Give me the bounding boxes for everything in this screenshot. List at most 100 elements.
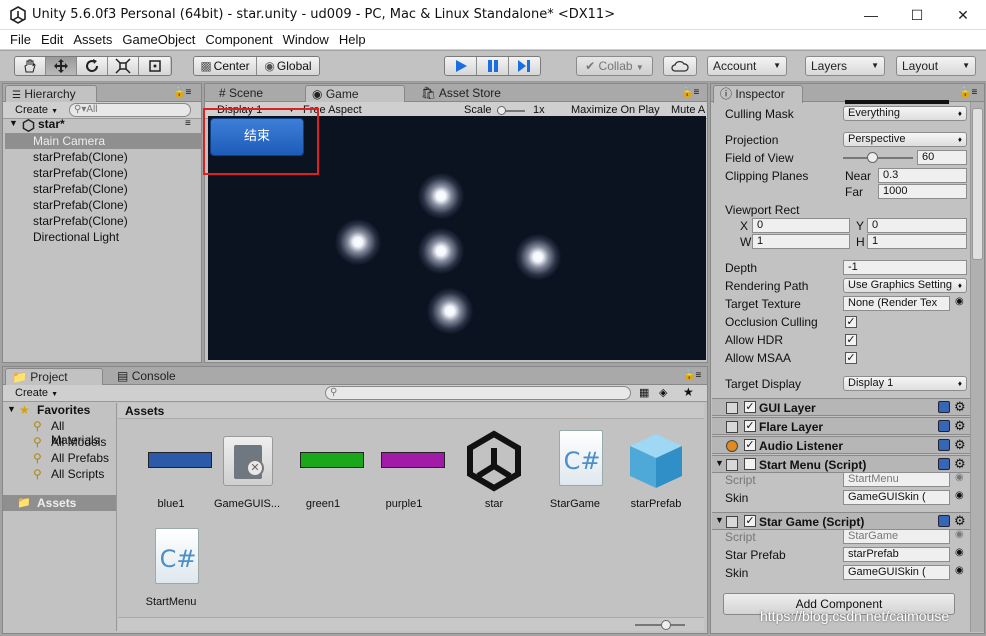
asset-startmenu-script[interactable]: C# StartMenu	[131, 524, 211, 614]
favorites-foldout-icon[interactable]: ▼	[7, 404, 16, 414]
asset-stargame-script[interactable]: C# StarGame	[535, 426, 615, 516]
hierarchy-search-input[interactable]: ⚲▾All	[69, 103, 191, 117]
minimize-icon[interactable]: —	[848, 0, 894, 30]
menu-window[interactable]: Window	[278, 30, 334, 49]
hierarchy-item[interactable]: starPrefab(Clone)	[33, 213, 128, 229]
asset-gameguiskin[interactable]: ✕ GameGUIS...	[207, 426, 287, 516]
fov-field[interactable]: 60	[917, 150, 967, 165]
help-book-icon[interactable]	[938, 420, 950, 432]
component-enabled-checkbox[interactable]: ✓	[744, 439, 756, 451]
inspector-scroll-thumb[interactable]	[972, 108, 983, 260]
help-book-icon[interactable]	[938, 458, 950, 470]
object-picker-icon[interactable]: ◉	[955, 296, 964, 307]
hierarchy-item[interactable]: starPrefab(Clone)	[33, 149, 128, 165]
scale-slider-thumb[interactable]	[497, 106, 506, 115]
component-enabled-checkbox[interactable]	[744, 458, 756, 470]
gear-icon[interactable]: ⚙	[954, 399, 966, 415]
help-book-icon[interactable]	[938, 439, 950, 451]
tab-hierarchy[interactable]: ☰ Hierarchy	[5, 85, 97, 103]
asset-blue1[interactable]: blue1	[131, 426, 212, 516]
object-picker-icon[interactable]: ◉	[955, 565, 964, 576]
hierarchy-item[interactable]: starPrefab(Clone)	[33, 197, 128, 213]
object-picker-icon[interactable]: ◉	[955, 547, 964, 558]
component-enabled-checkbox[interactable]: ✓	[744, 401, 756, 413]
rendering-path-dropdown[interactable]: Use Graphics Setting	[843, 278, 967, 293]
background-color-swatch[interactable]	[845, 100, 949, 104]
viewport-w-field[interactable]: 1	[752, 234, 850, 249]
viewport-x-field[interactable]: 0	[752, 218, 850, 233]
hierarchy-item[interactable]: starPrefab(Clone)	[33, 181, 128, 197]
filter-label-icon[interactable]: ◈	[659, 386, 667, 399]
depth-field[interactable]: -1	[843, 260, 967, 275]
menu-help[interactable]: Help	[334, 30, 371, 49]
asset-starprefab[interactable]: starPrefab	[616, 426, 696, 516]
project-create-dropdown[interactable]: Create ▼	[15, 386, 58, 402]
breadcrumb[interactable]: Assets	[125, 404, 164, 418]
hierarchy-item-main-camera[interactable]: Main Camera	[5, 133, 202, 149]
asset-purple1[interactable]: purple1	[364, 426, 445, 516]
filter-type-icon[interactable]: ▦	[639, 386, 649, 399]
menu-component[interactable]: Component	[200, 30, 277, 49]
assets-root-row[interactable]: 📁 Assets	[3, 495, 116, 511]
move-tool-icon[interactable]	[46, 57, 77, 75]
viewport-h-field[interactable]: 1	[867, 234, 967, 249]
favorite-star-icon[interactable]: ★	[683, 385, 694, 399]
step-button[interactable]	[508, 57, 540, 75]
hierarchy-item-directional-light[interactable]: Directional Light	[33, 229, 119, 245]
tab-scene[interactable]: # Scene	[213, 85, 271, 103]
object-picker-icon[interactable]: ◉	[955, 490, 964, 501]
icon-size-slider-track[interactable]	[635, 624, 685, 626]
tab-console[interactable]: ▤ Console	[111, 368, 184, 386]
gear-icon[interactable]: ⚙	[954, 437, 966, 453]
projection-dropdown[interactable]: Perspective	[843, 132, 967, 147]
close-icon[interactable]: ✕	[940, 0, 986, 30]
foldout-icon[interactable]: ▼	[715, 515, 724, 525]
gear-icon[interactable]: ⚙	[954, 513, 966, 529]
asset-star-scene[interactable]: star	[454, 426, 534, 516]
project-search-input[interactable]: ⚲	[325, 386, 631, 400]
account-dropdown[interactable]: Account ▼	[707, 56, 787, 76]
play-button[interactable]	[445, 57, 478, 75]
menu-edit[interactable]: Edit	[36, 30, 68, 49]
component-start-menu[interactable]: ▼ Start Menu (Script) ⚙	[712, 455, 970, 473]
favorite-item[interactable]: All Scripts	[51, 467, 104, 481]
icon-size-slider-thumb[interactable]	[661, 620, 671, 630]
panel-lock-icon[interactable]: 🔒≡	[681, 87, 699, 98]
pivot-global-button[interactable]: ◉ Global	[257, 57, 319, 75]
help-book-icon[interactable]	[938, 401, 950, 413]
layers-dropdown[interactable]: Layers ▼	[805, 56, 885, 76]
tab-asset-store[interactable]: 🛍 Asset Store	[415, 85, 509, 103]
favorites-label[interactable]: Favorites	[37, 403, 90, 417]
gear-icon[interactable]: ⚙	[954, 456, 966, 472]
favorite-item[interactable]: All Prefabs	[51, 451, 109, 465]
start-menu-skin-field[interactable]: GameGUISkin (	[843, 490, 950, 505]
viewport-y-field[interactable]: 0	[867, 218, 967, 233]
menu-assets[interactable]: Assets	[68, 30, 117, 49]
hand-tool-icon[interactable]	[15, 57, 46, 75]
menu-file[interactable]: File	[5, 30, 36, 49]
pivot-center-button[interactable]: ▩ Center	[194, 57, 257, 75]
allow-hdr-checkbox[interactable]: ✓	[845, 334, 857, 346]
panel-lock-icon[interactable]: 🔒≡	[683, 370, 701, 381]
target-display-dropdown[interactable]: Display 1	[843, 376, 967, 391]
component-enabled-checkbox[interactable]: ✓	[744, 420, 756, 432]
star-prefab-field[interactable]: starPrefab	[843, 547, 950, 562]
component-audio-listener[interactable]: ✓ Audio Listener ⚙	[712, 436, 970, 454]
target-texture-field[interactable]: None (Render Tex	[843, 296, 950, 311]
scale-tool-icon[interactable]	[108, 57, 139, 75]
occlusion-culling-checkbox[interactable]: ✓	[845, 316, 857, 328]
panel-lock-icon[interactable]: 🔒≡	[173, 87, 191, 98]
rect-tool-icon[interactable]	[139, 57, 170, 75]
tab-game[interactable]: ◉ Game	[305, 85, 405, 103]
collab-button[interactable]: ✔ Collab ▼	[576, 56, 653, 76]
scene-foldout-icon[interactable]: ▼	[9, 118, 18, 128]
hierarchy-item[interactable]: starPrefab(Clone)	[33, 165, 128, 181]
foldout-icon[interactable]: ▼	[715, 458, 724, 468]
favorite-item[interactable]: All Models	[51, 435, 106, 449]
panel-lock-icon[interactable]: 🔒≡	[959, 87, 977, 98]
allow-msaa-checkbox[interactable]: ✓	[845, 352, 857, 364]
near-field[interactable]: 0.3	[878, 168, 967, 183]
asset-green1[interactable]: green1	[283, 426, 364, 516]
cloud-button[interactable]	[663, 56, 697, 76]
culling-mask-dropdown[interactable]: Everything	[843, 106, 967, 121]
